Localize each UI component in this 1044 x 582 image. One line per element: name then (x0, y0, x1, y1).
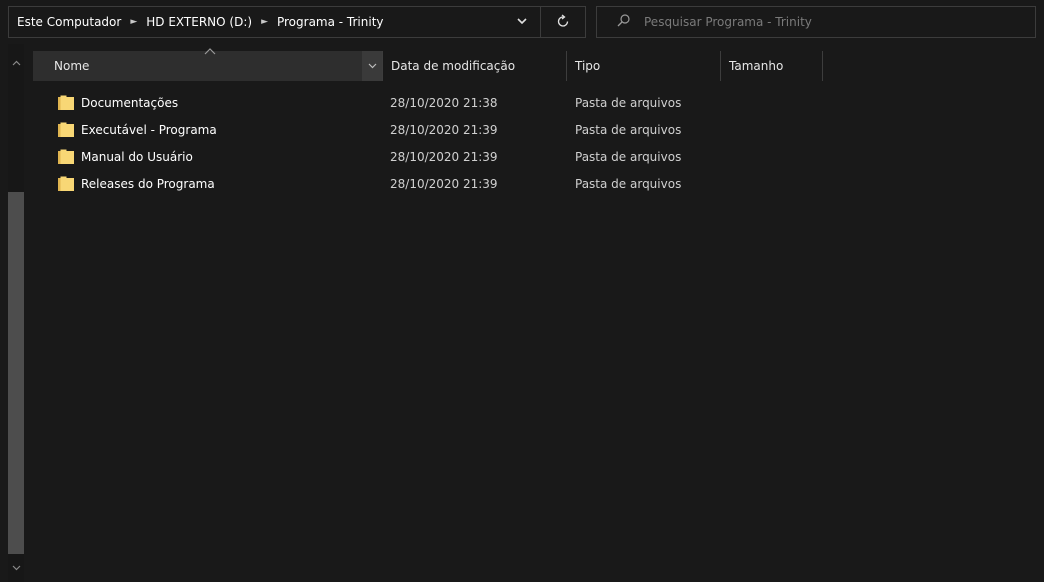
breadcrumb-separator-icon[interactable]: ► (261, 17, 268, 27)
refresh-icon (557, 13, 570, 31)
breadcrumb-current-folder[interactable]: Programa - Trinity (277, 15, 384, 29)
search-input[interactable]: Pesquisar Programa - Trinity (596, 6, 1036, 38)
breadcrumb-separator-icon[interactable]: ► (130, 17, 137, 27)
search-placeholder: Pesquisar Programa - Trinity (644, 15, 812, 29)
folder-icon (57, 121, 75, 139)
scrollbar-thumb[interactable] (8, 192, 24, 554)
file-name: Executável - Programa (81, 123, 217, 137)
file-list: Documentações 28/10/2020 21:38 Pasta de … (33, 90, 1038, 198)
file-name: Documentações (81, 96, 179, 110)
column-header-row: Nome Data de modificação Tipo Tamanho (33, 48, 1038, 81)
vertical-scrollbar[interactable] (8, 44, 24, 582)
scroll-down-icon[interactable] (8, 559, 24, 577)
column-header-date[interactable]: Data de modificação (382, 51, 566, 81)
list-item[interactable]: Releases do Programa 28/10/2020 21:39 Pa… (33, 171, 1038, 198)
file-type: Pasta de arquivos (575, 177, 682, 191)
top-bar: Este Computador ► HD EXTERNO (D:) ► Prog… (0, 0, 1044, 44)
column-filter-chevron-icon[interactable] (362, 51, 382, 81)
file-modified: 28/10/2020 21:39 (390, 123, 498, 137)
folder-icon (57, 148, 75, 166)
file-name: Manual do Usuário (81, 150, 193, 164)
column-header-type[interactable]: Tipo (566, 51, 720, 81)
file-modified: 28/10/2020 21:38 (390, 96, 498, 110)
list-item[interactable]: Executável - Programa 28/10/2020 21:39 P… (33, 117, 1038, 144)
column-header-name[interactable]: Nome (33, 48, 382, 81)
address-bar[interactable]: Este Computador ► HD EXTERNO (D:) ► Prog… (8, 6, 541, 38)
folder-icon (57, 175, 75, 193)
list-item[interactable]: Manual do Usuário 28/10/2020 21:39 Pasta… (33, 144, 1038, 171)
file-modified: 28/10/2020 21:39 (390, 150, 498, 164)
column-header-size-label: Tamanho (729, 59, 784, 73)
sort-ascending-icon (203, 45, 217, 55)
search-icon (617, 14, 630, 30)
scroll-up-icon[interactable] (8, 54, 24, 72)
column-header-date-label: Data de modificação (391, 59, 516, 73)
column-header-size[interactable]: Tamanho (720, 51, 823, 81)
breadcrumb-this-pc[interactable]: Este Computador (17, 15, 121, 29)
file-type: Pasta de arquivos (575, 150, 682, 164)
column-header-type-label: Tipo (575, 59, 601, 73)
breadcrumb-drive[interactable]: HD EXTERNO (D:) (146, 15, 252, 29)
column-header-name-label: Nome (54, 59, 90, 73)
file-type: Pasta de arquivos (575, 123, 682, 137)
file-type: Pasta de arquivos (575, 96, 682, 110)
folder-icon (57, 94, 75, 112)
file-modified: 28/10/2020 21:39 (390, 177, 498, 191)
chevron-down-icon[interactable] (516, 15, 528, 27)
list-item[interactable]: Documentações 28/10/2020 21:38 Pasta de … (33, 90, 1038, 117)
refresh-button[interactable] (541, 6, 586, 38)
file-name: Releases do Programa (81, 177, 215, 191)
